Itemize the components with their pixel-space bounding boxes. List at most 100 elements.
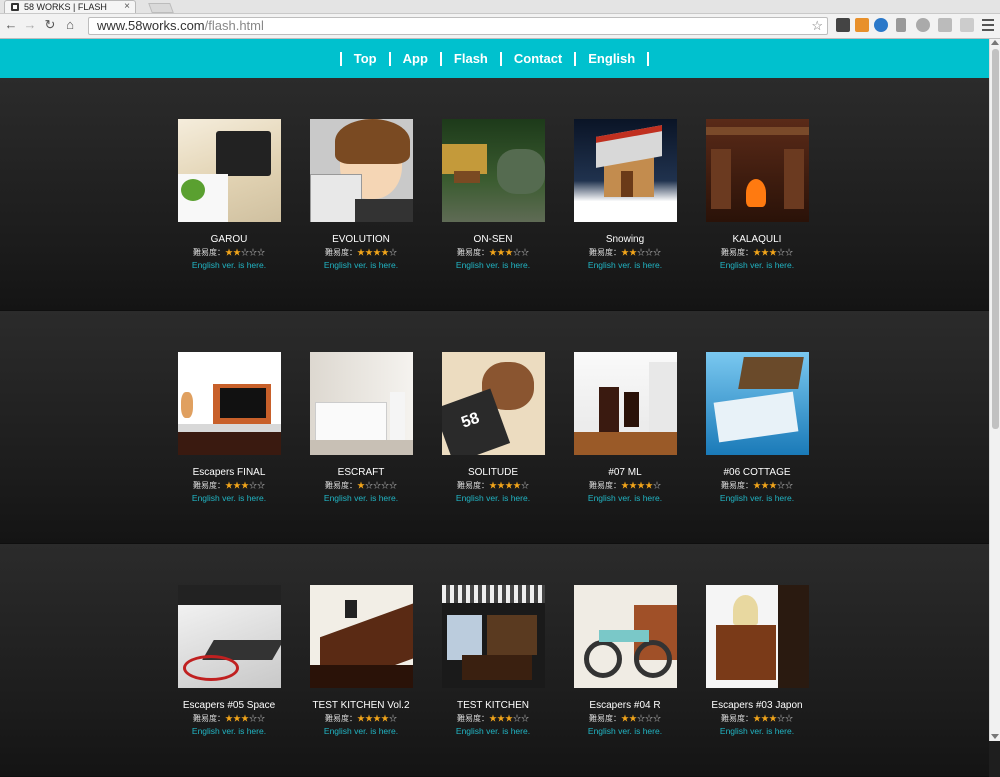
game-thumbnail[interactable]: [574, 585, 677, 688]
back-icon[interactable]: ←: [4, 18, 18, 32]
nav-contact-link[interactable]: Contact: [514, 39, 562, 78]
url-host: www.58works.com: [97, 18, 205, 33]
star-empty-icon: ☆: [513, 248, 521, 257]
english-version-link[interactable]: English ver. is here.: [174, 493, 284, 503]
difficulty-rating: 難易度：★★☆☆☆: [174, 247, 284, 258]
game-thumbnail[interactable]: [178, 585, 281, 688]
reload-icon[interactable]: ↻: [43, 18, 57, 32]
english-version-link[interactable]: English ver. is here.: [702, 726, 812, 736]
game-title[interactable]: Snowing: [570, 234, 680, 245]
star-empty-icon: ☆: [637, 248, 645, 257]
game-thumbnail[interactable]: [310, 585, 413, 688]
star-filled-icon: ★: [497, 481, 505, 490]
game-title[interactable]: EVOLUTION: [306, 234, 416, 245]
game-title[interactable]: ESCRAFT: [306, 467, 416, 478]
extension-globe-icon[interactable]: [874, 18, 888, 32]
game-title[interactable]: SOLITUDE: [438, 467, 548, 478]
nav-separator: [339, 51, 342, 66]
nav-app-link[interactable]: App: [403, 39, 428, 78]
game-thumbnail[interactable]: [442, 119, 545, 222]
game-title[interactable]: TEST KITCHEN Vol.2: [306, 700, 416, 711]
english-version-link[interactable]: English ver. is here.: [174, 260, 284, 270]
scroll-down-icon[interactable]: [991, 734, 999, 739]
star-filled-icon: ★: [621, 714, 629, 723]
game-title[interactable]: KALAQULI: [702, 234, 812, 245]
game-title[interactable]: ON-SEN: [438, 234, 548, 245]
english-version-link[interactable]: English ver. is here.: [570, 726, 680, 736]
game-thumbnail[interactable]: [574, 352, 677, 455]
english-version-link[interactable]: English ver. is here.: [306, 493, 416, 503]
english-version-link[interactable]: English ver. is here.: [570, 260, 680, 270]
difficulty-label: 難易度：: [193, 714, 225, 723]
english-version-link[interactable]: English ver. is here.: [438, 493, 548, 503]
english-version-link[interactable]: English ver. is here.: [438, 726, 548, 736]
bookmark-star-icon[interactable]: ☆: [811, 18, 823, 34]
extension-s-icon[interactable]: [836, 18, 850, 32]
extension-fork-icon[interactable]: [855, 18, 869, 32]
extension-g-icon[interactable]: [938, 18, 952, 32]
game-thumbnail[interactable]: [442, 585, 545, 688]
star-filled-icon: ★: [629, 481, 637, 490]
star-filled-icon: ★: [225, 481, 233, 490]
game-title[interactable]: #06 COTTAGE: [702, 467, 812, 478]
game-thumbnail[interactable]: [706, 352, 809, 455]
star-filled-icon: ★: [489, 481, 497, 490]
star-empty-icon: ☆: [389, 714, 397, 723]
difficulty-label: 難易度：: [193, 248, 225, 257]
difficulty-rating: 難易度：★★☆☆☆: [570, 247, 680, 258]
nav-separator: [439, 51, 442, 66]
game-title[interactable]: Escapers FINAL: [174, 467, 284, 478]
home-icon[interactable]: ⌂: [63, 18, 77, 32]
extension-puzzle-icon[interactable]: [960, 18, 974, 32]
tab-close-icon[interactable]: ×: [124, 1, 130, 13]
star-empty-icon: ☆: [785, 248, 793, 257]
chrome-menu-icon[interactable]: [982, 19, 994, 31]
star-filled-icon: ★: [769, 248, 777, 257]
english-version-link[interactable]: English ver. is here.: [702, 260, 812, 270]
star-empty-icon: ☆: [653, 481, 661, 490]
english-version-link[interactable]: English ver. is here.: [306, 260, 416, 270]
game-thumbnail[interactable]: [178, 119, 281, 222]
english-version-link[interactable]: English ver. is here.: [702, 493, 812, 503]
english-version-link[interactable]: English ver. is here.: [306, 726, 416, 736]
scroll-thumb[interactable]: [992, 49, 999, 429]
star-filled-icon: ★: [373, 714, 381, 723]
star-empty-icon: ☆: [645, 714, 653, 723]
nav-separator: [499, 51, 502, 66]
game-title[interactable]: Escapers #04 R: [570, 700, 680, 711]
extension-skype-icon[interactable]: [916, 18, 930, 32]
browser-tab[interactable]: 58 WORKS | FLASH ×: [4, 0, 136, 13]
nav-flash-link[interactable]: Flash: [454, 39, 488, 78]
game-thumbnail[interactable]: [310, 119, 413, 222]
star-empty-icon: ☆: [777, 248, 785, 257]
english-version-link[interactable]: English ver. is here.: [570, 493, 680, 503]
game-thumbnail[interactable]: [310, 352, 413, 455]
page-scrollbar[interactable]: [989, 39, 1000, 741]
game-thumbnail[interactable]: [178, 352, 281, 455]
game-thumbnail[interactable]: [706, 119, 809, 222]
address-bar[interactable]: www.58works.com/flash.html ☆: [88, 17, 828, 35]
star-empty-icon: ☆: [653, 248, 661, 257]
new-tab-button[interactable]: [148, 3, 174, 13]
star-filled-icon: ★: [513, 481, 521, 490]
game-title[interactable]: Escapers #03 Japon: [702, 700, 812, 711]
english-version-link[interactable]: English ver. is here.: [174, 726, 284, 736]
game-title[interactable]: GAROU: [174, 234, 284, 245]
game-thumbnail[interactable]: 58: [442, 352, 545, 455]
forward-icon[interactable]: →: [23, 18, 37, 32]
game-thumbnail[interactable]: [574, 119, 677, 222]
game-thumbnail[interactable]: [706, 585, 809, 688]
scroll-up-icon[interactable]: [991, 40, 999, 45]
extension-list-icon[interactable]: [896, 18, 906, 32]
english-version-link[interactable]: English ver. is here.: [438, 260, 548, 270]
game-title[interactable]: Escapers #05 Space: [174, 700, 284, 711]
nav-separator: [647, 51, 650, 66]
difficulty-rating: 難易度：★☆☆☆☆: [306, 480, 416, 491]
difficulty-label: 難易度：: [193, 481, 225, 490]
game-title[interactable]: TEST KITCHEN: [438, 700, 548, 711]
star-empty-icon: ☆: [249, 248, 257, 257]
nav-top-link[interactable]: Top: [354, 39, 377, 78]
game-title[interactable]: #07 ML: [570, 467, 680, 478]
browser-toolbar: ← → ↻ ⌂ www.58works.com/flash.html ☆: [0, 14, 1000, 39]
nav-english-link[interactable]: English: [588, 39, 635, 78]
